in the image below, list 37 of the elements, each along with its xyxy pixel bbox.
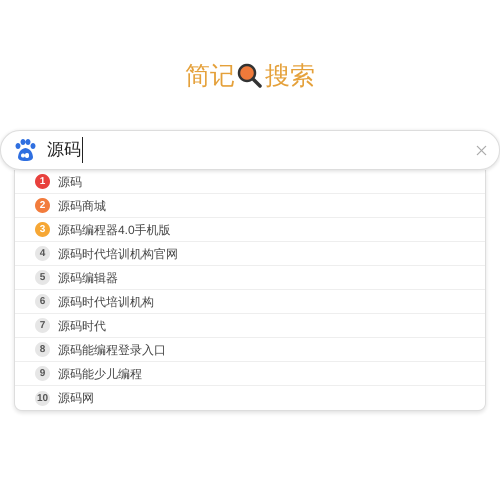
suggestion-text: 源码时代培训机构 bbox=[58, 294, 154, 310]
suggestion-text: 源码时代 bbox=[58, 318, 106, 334]
suggestion-text: 源码编程器4.0手机版 bbox=[58, 222, 171, 238]
rank-badge: 4 bbox=[35, 246, 50, 261]
suggestion-text: 源码网 bbox=[58, 390, 94, 407]
logo-text: 简记 bbox=[185, 64, 235, 88]
magnifier-icon bbox=[237, 63, 263, 89]
rank-badge: 3 bbox=[35, 222, 50, 237]
rank-badge: 6 bbox=[35, 294, 50, 309]
suggestion-item[interactable]: 9 源码能少儿编程 bbox=[15, 362, 485, 386]
logo-text: 搜索 bbox=[265, 64, 315, 88]
suggestion-item[interactable]: 1 源码 bbox=[15, 170, 485, 194]
close-icon[interactable] bbox=[476, 144, 487, 156]
suggestion-item[interactable]: 4 源码时代培训机构官网 bbox=[15, 242, 485, 266]
suggestion-text: 源码编辑器 bbox=[58, 270, 118, 286]
paw-icon bbox=[13, 138, 37, 162]
suggestion-item[interactable]: 2 源码商城 bbox=[15, 194, 485, 218]
search-field[interactable]: 源码 bbox=[0, 130, 500, 170]
rank-badge: 10 bbox=[35, 390, 50, 406]
rank-badge: 8 bbox=[35, 342, 50, 357]
rank-badge: 1 bbox=[35, 174, 50, 189]
search-value: 源码 bbox=[47, 137, 83, 163]
suggestion-item[interactable]: 5 源码编辑器 bbox=[15, 266, 485, 290]
rank-badge: 9 bbox=[35, 366, 50, 381]
suggestion-item[interactable]: 8 源码能编程登录入口 bbox=[15, 338, 485, 362]
suggestion-item[interactable]: 7 源码时代 bbox=[15, 314, 485, 338]
suggestion-text: 源码能少儿编程 bbox=[58, 366, 142, 382]
rank-badge: 5 bbox=[35, 270, 50, 285]
suggestion-item[interactable]: 3 源码编程器4.0手机版 bbox=[15, 218, 485, 242]
suggestion-text: 源码商城 bbox=[58, 198, 106, 214]
suggestion-text: 源码能编程登录入口 bbox=[58, 342, 166, 358]
suggestion-text: 源码时代培训机构官网 bbox=[58, 246, 178, 262]
suggestion-item[interactable]: 6 源码时代培训机构 bbox=[15, 290, 485, 314]
suggestion-text: 源码 bbox=[58, 174, 82, 190]
suggestion-item[interactable]: 10 源码网 bbox=[15, 386, 485, 410]
rank-badge: 7 bbox=[35, 318, 50, 333]
rank-badge: 2 bbox=[35, 198, 50, 213]
